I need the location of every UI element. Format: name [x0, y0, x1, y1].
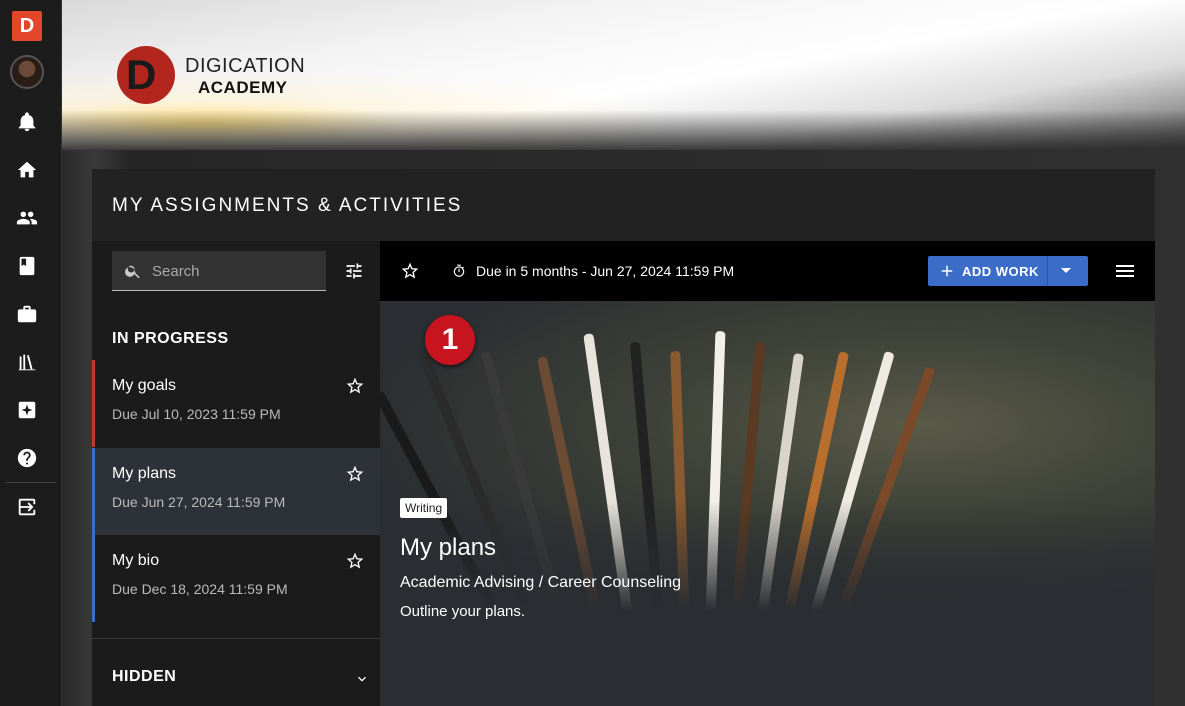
list-item[interactable]: My goals Due Jul 10, 2023 11:59 PM: [92, 360, 380, 447]
chevron-down-icon[interactable]: [354, 671, 370, 687]
filter-icon[interactable]: [344, 261, 364, 281]
assignment-banner-image: 1: [380, 301, 1155, 611]
book-icon[interactable]: [15, 254, 39, 278]
item-due: Due Jun 27, 2024 11:59 PM: [112, 494, 286, 510]
help-icon[interactable]: [15, 446, 39, 470]
item-name: My goals: [112, 377, 177, 394]
hero-shadow: [62, 110, 1185, 150]
assignments-panel: MY ASSIGNMENTS & ACTIVITIES IN PROGRESS …: [92, 169, 1155, 706]
assignment-list: IN PROGRESS My goals Due Jul 10, 2023 11…: [92, 241, 380, 706]
item-due: Due Jul 10, 2023 11:59 PM: [112, 406, 281, 422]
brand-subname: ACADEMY: [198, 78, 288, 97]
user-avatar[interactable]: [10, 55, 44, 89]
rail-divider: [6, 482, 56, 483]
button-split: [1047, 256, 1048, 286]
menu-icon[interactable]: [1116, 263, 1134, 279]
list-item[interactable]: My plans Due Jun 27, 2024 11:59 PM: [92, 448, 380, 535]
section-hidden[interactable]: HIDDEN: [112, 668, 176, 686]
star-icon[interactable]: [345, 551, 365, 571]
add-work-button[interactable]: ADD WORK: [928, 256, 1088, 286]
section-in-progress: IN PROGRESS: [112, 330, 229, 347]
step-badge: 1: [425, 315, 475, 365]
item-name: My plans: [112, 465, 177, 482]
page-title: MY ASSIGNMENTS & ACTIVITIES: [112, 195, 463, 216]
assignment-detail: Due in 5 months - Jun 27, 2024 11:59 PM …: [380, 241, 1155, 706]
sparkle-icon[interactable]: [15, 398, 39, 422]
library-icon[interactable]: [15, 350, 39, 374]
item-name: My bio: [112, 552, 160, 569]
assignment-description: Outline your plans.: [400, 603, 526, 620]
caret-down-icon[interactable]: [1061, 268, 1071, 273]
home-icon[interactable]: [15, 158, 39, 182]
section-divider: [92, 638, 380, 639]
search-icon: [125, 265, 140, 279]
due-text: Due in 5 months - Jun 27, 2024 11:59 PM: [476, 263, 735, 279]
add-work-label: ADD WORK: [962, 264, 1039, 279]
brand-mark-icon: D: [117, 46, 175, 104]
category-tag: Writing: [400, 498, 448, 518]
list-item[interactable]: My bio Due Dec 18, 2024 11:59 PM: [92, 535, 380, 622]
star-icon[interactable]: [345, 376, 365, 396]
star-icon[interactable]: [345, 464, 365, 484]
banner-fade: [380, 501, 1155, 611]
star-icon[interactable]: [400, 261, 420, 281]
people-icon[interactable]: [15, 206, 39, 230]
briefcase-icon[interactable]: [15, 302, 39, 326]
search-box: [112, 251, 326, 291]
item-due: Due Dec 18, 2024 11:59 PM: [112, 581, 288, 597]
brand-logo[interactable]: D DIGICATION ACADEMY: [117, 46, 317, 106]
clock-icon: [453, 264, 465, 277]
search-input[interactable]: [152, 251, 322, 291]
plus-icon: [941, 265, 953, 277]
assignment-title: My plans: [400, 534, 497, 561]
assignment-category: Academic Advising / Career Counseling: [400, 574, 682, 591]
nav-rail: D: [0, 0, 62, 706]
bell-icon[interactable]: [15, 110, 39, 134]
brand-name: DIGICATION: [185, 55, 306, 77]
app-logo[interactable]: D: [12, 11, 42, 41]
exit-icon[interactable]: [15, 495, 39, 519]
detail-toolbar: Due in 5 months - Jun 27, 2024 11:59 PM …: [380, 241, 1155, 301]
